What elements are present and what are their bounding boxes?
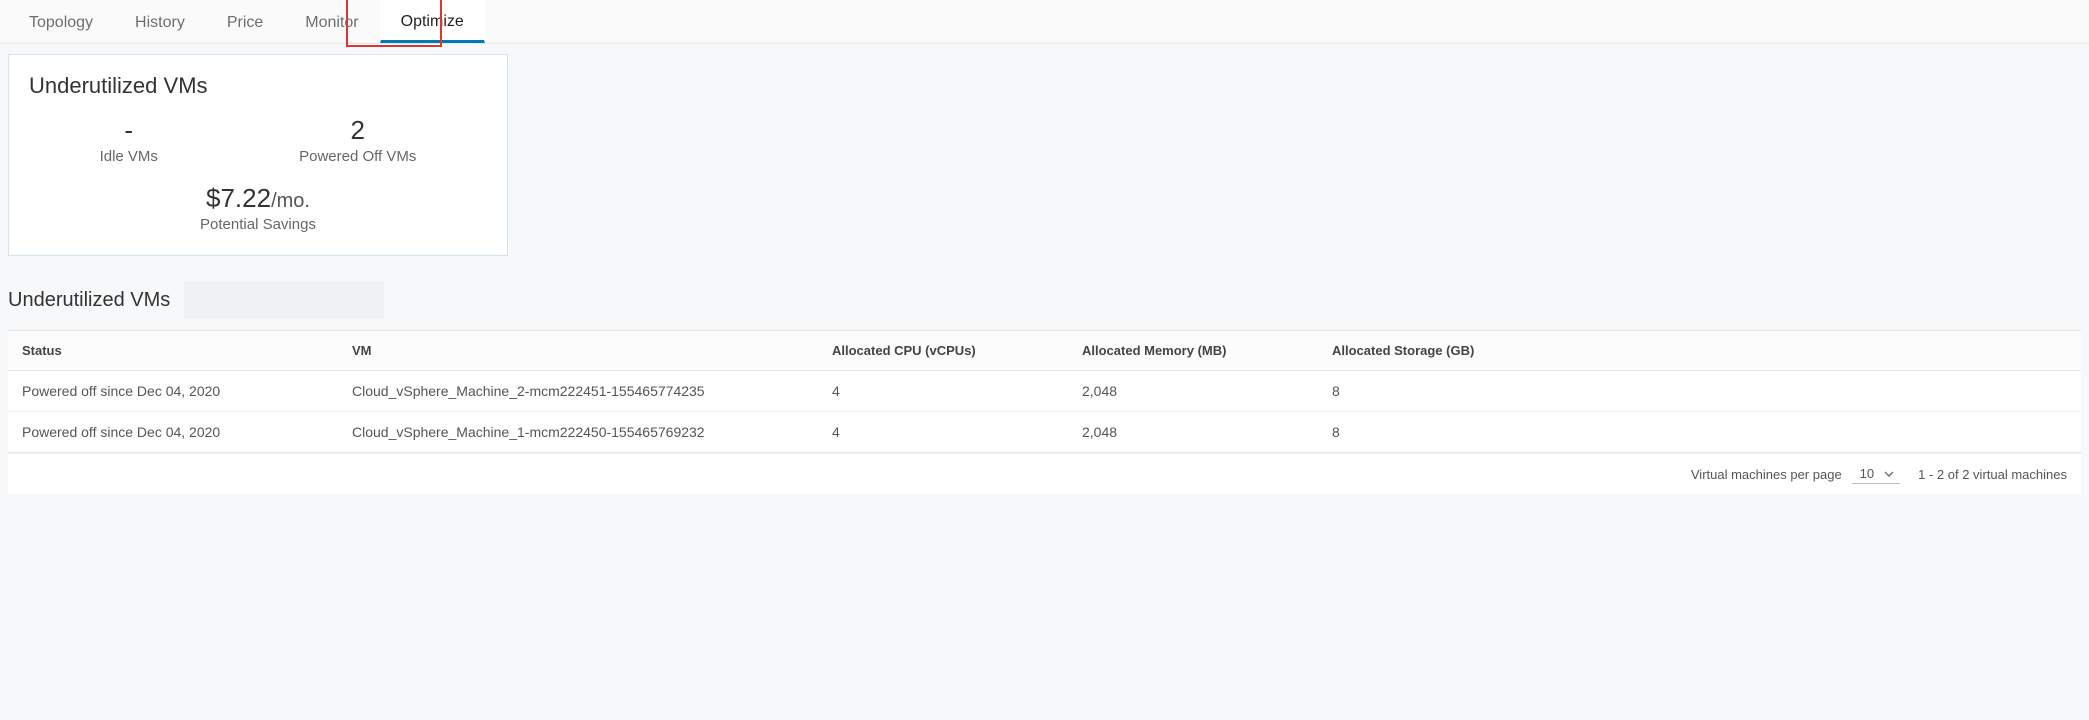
stat-idle-label: Idle VMs: [100, 148, 158, 165]
card-title: Underutilized VMs: [29, 73, 487, 99]
per-page-value: 10: [1860, 466, 1874, 481]
table-row[interactable]: Powered off since Dec 04, 2020 Cloud_vSp…: [8, 371, 2081, 412]
tab-bar: Topology History Price Monitor Optimize: [0, 0, 2089, 44]
col-header-memory[interactable]: Allocated Memory (MB): [1068, 331, 1318, 371]
stat-poweredoff-vms: 2 Powered Off VMs: [299, 115, 416, 165]
col-header-vm[interactable]: VM: [338, 331, 818, 371]
cell-memory: 2,048: [1068, 371, 1318, 412]
savings-label: Potential Savings: [29, 216, 487, 233]
section-heading: Underutilized VMs: [8, 289, 170, 312]
chevron-down-icon: [1884, 469, 1894, 479]
underutilized-vms-card: Underutilized VMs - Idle VMs 2 Powered O…: [8, 54, 508, 256]
section-placeholder: [184, 282, 384, 318]
stat-idle-value: -: [100, 115, 158, 146]
table-row[interactable]: Powered off since Dec 04, 2020 Cloud_vSp…: [8, 412, 2081, 453]
cell-storage: 8: [1318, 412, 2081, 453]
vm-table: Status VM Allocated CPU (vCPUs) Allocate…: [8, 330, 2081, 453]
cell-vm: Cloud_vSphere_Machine_2-mcm222451-155465…: [338, 371, 818, 412]
tab-history[interactable]: History: [114, 0, 206, 43]
stat-poweredoff-value: 2: [299, 115, 416, 146]
stat-poweredoff-label: Powered Off VMs: [299, 148, 416, 165]
tab-topology[interactable]: Topology: [8, 0, 114, 43]
cell-vm: Cloud_vSphere_Machine_1-mcm222450-155465…: [338, 412, 818, 453]
per-page-label: Virtual machines per page: [1691, 467, 1842, 482]
cell-memory: 2,048: [1068, 412, 1318, 453]
stat-idle-vms: - Idle VMs: [100, 115, 158, 165]
col-header-storage[interactable]: Allocated Storage (GB): [1318, 331, 2081, 371]
potential-savings: $7.22/mo. Potential Savings: [29, 183, 487, 233]
col-header-cpu[interactable]: Allocated CPU (vCPUs): [818, 331, 1068, 371]
tab-monitor[interactable]: Monitor: [284, 0, 379, 43]
pagination-range: 1 - 2 of 2 virtual machines: [1918, 467, 2067, 482]
tab-optimize[interactable]: Optimize: [380, 0, 485, 43]
col-header-status[interactable]: Status: [8, 331, 338, 371]
cell-status: Powered off since Dec 04, 2020: [8, 371, 338, 412]
cell-status: Powered off since Dec 04, 2020: [8, 412, 338, 453]
table-footer: Virtual machines per page 10 1 - 2 of 2 …: [8, 453, 2081, 494]
cell-storage: 8: [1318, 371, 2081, 412]
per-page-select[interactable]: 10: [1852, 464, 1900, 484]
savings-unit: /mo.: [271, 190, 310, 212]
cell-cpu: 4: [818, 412, 1068, 453]
savings-value: $7.22: [206, 183, 271, 213]
tab-price[interactable]: Price: [206, 0, 284, 43]
cell-cpu: 4: [818, 371, 1068, 412]
